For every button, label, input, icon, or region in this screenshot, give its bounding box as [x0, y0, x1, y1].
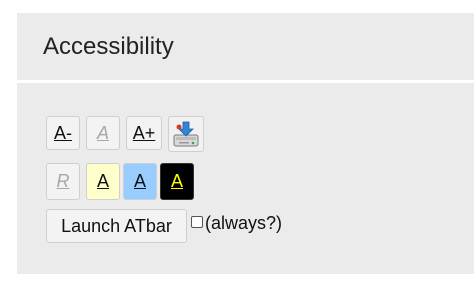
yellow-contrast-button[interactable]: A: [86, 163, 120, 200]
panel-divider: [17, 80, 474, 83]
blue-contrast-button[interactable]: A: [123, 163, 157, 200]
hard-drive-save-icon: [171, 119, 201, 149]
reset-font-button[interactable]: A: [86, 116, 120, 150]
black-contrast-button[interactable]: A: [160, 163, 194, 200]
panel-header: Accessibility: [17, 13, 474, 80]
increase-font-button[interactable]: A+: [126, 116, 162, 150]
accessibility-panel: Accessibility A- A A+ R A A A Launch ATb…: [17, 13, 474, 274]
always-label: (always?): [205, 213, 283, 233]
decrease-font-button[interactable]: A-: [46, 116, 80, 150]
launch-atbar-button[interactable]: Launch ATbar: [46, 209, 187, 243]
save-settings-button[interactable]: [168, 116, 204, 152]
always-checkbox[interactable]: [191, 216, 203, 228]
reset-contrast-button[interactable]: R: [46, 163, 80, 200]
panel-title: Accessibility: [43, 33, 174, 60]
